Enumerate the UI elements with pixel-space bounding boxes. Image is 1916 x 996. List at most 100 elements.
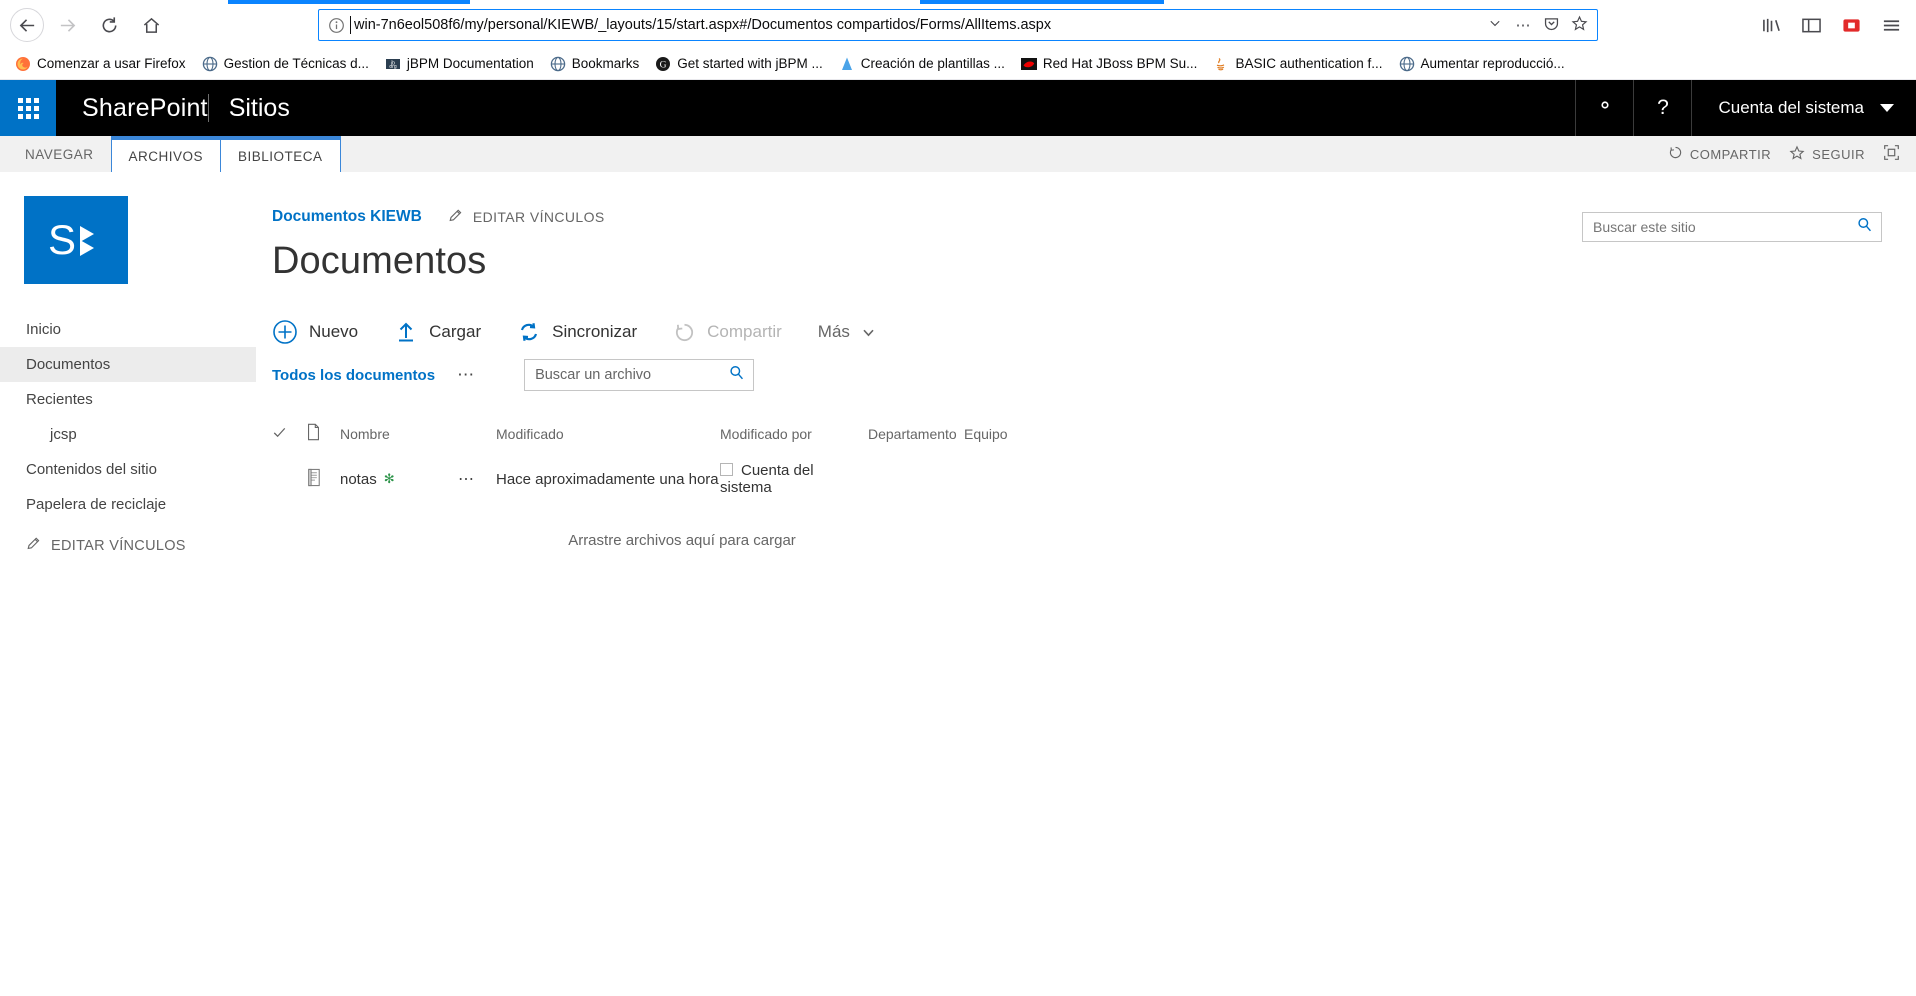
type-header[interactable] (306, 417, 340, 454)
tab-biblioteca[interactable]: BIBLIOTECA (221, 136, 341, 172)
more-button[interactable]: Más (818, 322, 912, 342)
settings-button[interactable] (1575, 80, 1633, 136)
bookmark-item[interactable]: Creación de plantillas ... (832, 53, 1012, 75)
sidebar-item-documentos[interactable]: Documentos (0, 347, 256, 382)
table-row[interactable]: notas ✻ ⋯ Hace aproximadamente una hora … (272, 454, 1092, 504)
select-all-header[interactable] (272, 417, 306, 454)
library-icon[interactable] (1756, 10, 1786, 40)
file-search-input[interactable]: Buscar un archivo (535, 367, 728, 383)
tab-archivos[interactable]: ARCHIVOS (110, 136, 222, 172)
site-search-input[interactable]: Buscar este sitio (1593, 219, 1856, 235)
app-launcher-button[interactable] (0, 80, 56, 136)
sync-button[interactable]: Sincronizar (517, 320, 673, 344)
suite-site-name[interactable]: Sitios (209, 80, 310, 136)
document-name[interactable]: notas (340, 471, 377, 488)
upload-button[interactable]: Cargar (394, 320, 517, 344)
bookmark-item[interactable]: BASIC authentication f... (1206, 53, 1389, 75)
bookmark-item[interactable]: G Get started with jBPM ... (648, 53, 830, 75)
column-header-modificado-por[interactable]: Modificado por (720, 417, 868, 454)
column-header-departamento[interactable]: Departamento (868, 417, 964, 454)
navigation-buttons (10, 8, 170, 42)
view-name[interactable]: Todos los documentos (272, 367, 435, 384)
forward-button[interactable] (48, 8, 86, 42)
sidebar-icon[interactable] (1796, 10, 1826, 40)
bookmark-label: Gestion de Técnicas d... (223, 56, 369, 71)
more-label: Más (817, 322, 850, 341)
bookmark-item[interactable]: jb org jBPM Documentation (378, 53, 541, 75)
page-title: Documentos (272, 240, 487, 282)
browser-toolbar: win-7n6eol508f6/my/personal/KIEWB/_layou… (0, 0, 1916, 48)
bookmark-item[interactable]: Bookmarks (543, 53, 647, 75)
sidebar-item-contenidos-del-sitio[interactable]: Contenidos del sitio (0, 452, 256, 487)
column-header-equipo[interactable]: Equipo (964, 417, 1092, 454)
row-team-cell (964, 454, 1092, 504)
sharepoint-site-logo: S (44, 214, 108, 266)
sidebar-item-jcsp[interactable]: jcsp (0, 417, 256, 452)
row-name-cell[interactable]: notas ✻ (340, 454, 458, 504)
globe-icon (550, 56, 566, 72)
hamburger-icon[interactable] (1876, 10, 1906, 40)
sidebar-item-inicio[interactable]: Inicio (0, 312, 256, 347)
sidebar-item-recientes[interactable]: Recientes (0, 382, 256, 417)
pocket-icon[interactable] (1537, 15, 1565, 36)
search-icon[interactable] (728, 364, 745, 386)
star-icon[interactable] (1565, 15, 1593, 36)
reload-button[interactable] (90, 8, 128, 42)
bookmark-label: Red Hat JBoss BPM Su... (1042, 56, 1198, 71)
file-search-box[interactable]: Buscar un archivo (524, 359, 755, 391)
share-label: COMPARTIR (1689, 146, 1772, 162)
follow-button[interactable]: SEGUIR (1789, 145, 1865, 164)
onenote-document-icon (306, 468, 322, 491)
breadcrumb-link[interactable]: Documentos KIEWB (272, 208, 422, 226)
row-modified-cell: Hace aproximadamente una hora (496, 470, 719, 488)
column-header-modificado[interactable]: Modificado (496, 417, 720, 454)
focus-on-content-button[interactable] (1883, 144, 1900, 164)
share-command-button[interactable]: Compartir (673, 321, 818, 344)
new-label: Nuevo (309, 322, 359, 341)
chevron-down-icon[interactable] (1481, 16, 1509, 34)
user-menu[interactable]: Cuenta del sistema (1691, 80, 1916, 136)
user-name: Cuenta del sistema (1718, 98, 1864, 117)
site-search-box[interactable]: Buscar este sitio (1582, 212, 1882, 242)
modified-by-name[interactable]: Cuenta del sistema (720, 462, 814, 496)
drop-zone-text: Arrastre archivos aquí para cargar (568, 532, 796, 549)
follow-label: SEGUIR (1812, 146, 1865, 162)
share-button[interactable]: COMPARTIR (1668, 145, 1771, 163)
table-header-row: Nombre Modificado Modificado por Departa… (272, 417, 1092, 454)
help-icon: ? (1657, 96, 1669, 119)
jboss-icon: jb org (385, 56, 401, 72)
new-button[interactable]: Nuevo (272, 319, 394, 345)
focus-on-content-icon (1883, 144, 1900, 164)
column-header-nombre[interactable]: Nombre (340, 417, 458, 454)
tab-navegar[interactable]: NAVEGAR (8, 136, 111, 172)
bookmark-item[interactable]: Gestion de Técnicas d... (195, 53, 376, 75)
ellipsis-icon[interactable]: ⋯ (435, 365, 476, 385)
select-all-check-icon[interactable] (272, 427, 287, 443)
back-button[interactable] (10, 8, 44, 42)
ellipsis-icon[interactable]: ⋯ (1509, 16, 1537, 34)
bookmark-item[interactable]: Aumentar reproducció... (1392, 53, 1572, 75)
edit-links-label: EDITAR VÍNCULOS (472, 209, 605, 225)
url-text[interactable]: win-7n6eol508f6/my/personal/KIEWB/_layou… (350, 16, 1481, 34)
row-select-cell[interactable] (272, 454, 306, 504)
bookmark-item[interactable]: Red Hat JBoss BPM Su... (1014, 53, 1205, 75)
presence-indicator-icon (720, 463, 733, 476)
bookmark-item[interactable]: Comenzar a usar Firefox (8, 53, 193, 75)
edit-links-button[interactable]: EDITAR VÍNCULOS (448, 208, 605, 226)
sidebar-edit-links-button[interactable]: EDITAR VÍNCULOS (0, 522, 256, 555)
row-menu-button[interactable]: ⋯ (458, 454, 496, 504)
home-button[interactable] (132, 8, 170, 42)
ellipsis-icon[interactable]: ⋯ (458, 471, 476, 488)
info-icon[interactable] (323, 17, 349, 34)
container-icon[interactable] (1836, 10, 1866, 40)
google-icon: G (655, 56, 671, 72)
command-bar: Nuevo Cargar Sincronizar Compartir Más (272, 319, 1916, 345)
drop-icon (839, 56, 855, 72)
bookmark-label: BASIC authentication f... (1235, 56, 1383, 71)
help-button[interactable]: ? (1633, 80, 1691, 136)
sidebar-item-papelera-de-reciclaje[interactable]: Papelera de reciclaje (0, 487, 256, 522)
sharepoint-brand[interactable]: SharePoint (56, 80, 208, 136)
row-department-cell (868, 454, 964, 504)
url-bar[interactable]: win-7n6eol508f6/my/personal/KIEWB/_layou… (318, 9, 1598, 41)
search-icon[interactable] (1856, 216, 1873, 238)
